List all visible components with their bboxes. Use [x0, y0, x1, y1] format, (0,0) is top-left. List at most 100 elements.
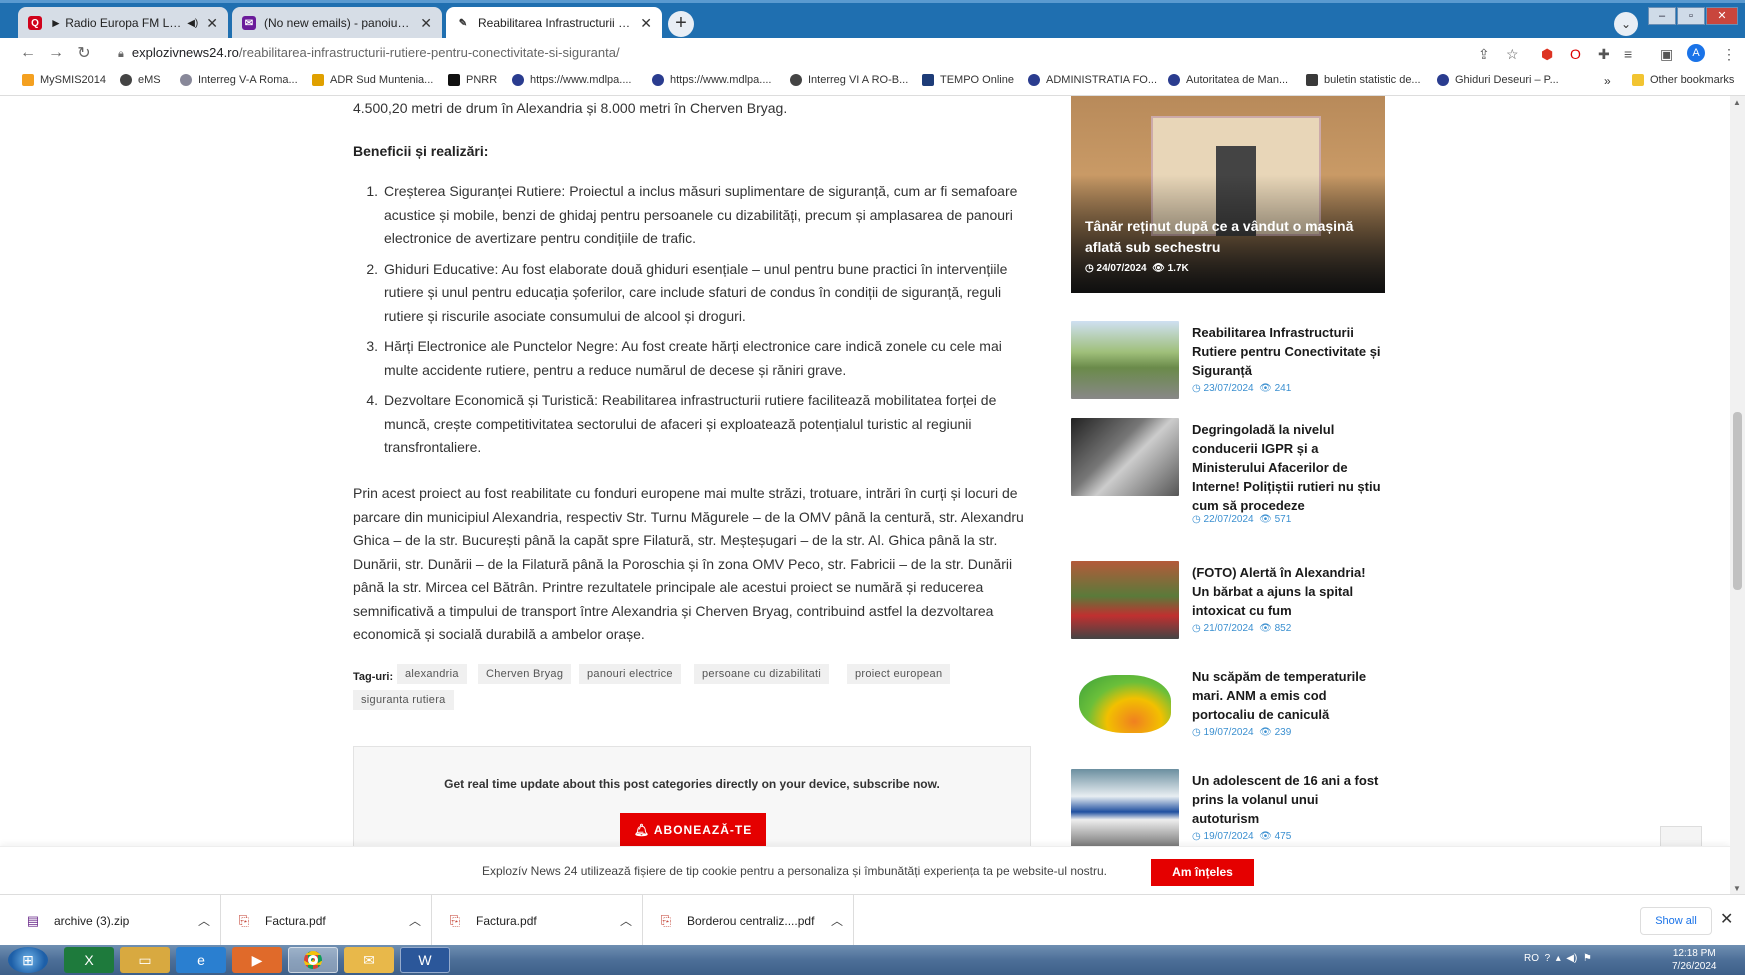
media-player-taskbar-icon[interactable]: ▶	[232, 947, 282, 973]
chevron-up-icon[interactable]: ︿	[620, 912, 632, 929]
bookmark-tempo-online[interactable]: TEMPO Online	[922, 74, 1014, 86]
close-window-button[interactable]: ✕	[1706, 7, 1738, 25]
start-button[interactable]: ⊞	[8, 947, 48, 973]
flag-icon[interactable]: ⚑	[1583, 953, 1592, 964]
tag-alexandria[interactable]: alexandria	[397, 664, 467, 684]
minimize-window-button[interactable]: –	[1648, 7, 1676, 25]
pdf-file-icon: ⎘	[660, 912, 672, 928]
tag-persoane-cu-dizabilitati[interactable]: persoane cu dizabilitati	[694, 664, 830, 684]
back-arrow-icon[interactable]: ←	[14, 44, 42, 62]
scroll-down-arrow-icon[interactable]: ▼	[1733, 884, 1741, 893]
word-taskbar-icon[interactable]: W	[400, 947, 450, 973]
download-item[interactable]: ⎘ Borderou centraliz....pdf ︿	[643, 895, 854, 946]
post-title[interactable]: (FOTO) Alertă în Alexandria! Un bărbat a…	[1192, 563, 1384, 620]
tab-radio-europa-fm[interactable]: Q ► Radio Europa FM LIVE – A ◀) ✕	[18, 7, 228, 39]
system-clock[interactable]: 12:18 PM 7/26/2024	[1672, 947, 1717, 973]
bookmark-ghiduri-deseuri[interactable]: Ghiduri Deseuri – P...	[1437, 74, 1559, 86]
profile-avatar-icon[interactable]: A	[1687, 44, 1705, 62]
scroll-up-arrow-icon[interactable]: ▲	[1733, 98, 1741, 107]
new-tab-button[interactable]: +	[668, 11, 694, 37]
post-title[interactable]: Degringoladă la nivelul conducerii IGPR …	[1192, 420, 1384, 515]
post-thumbnail[interactable]	[1071, 665, 1179, 743]
edge-taskbar-icon[interactable]: e	[176, 947, 226, 973]
close-tab-icon[interactable]: ✕	[420, 15, 432, 32]
post-title[interactable]: Nu scăpăm de temperaturile mari. ANM a e…	[1192, 667, 1384, 724]
list-item: 4. Dezvoltare Economică și Turistică: Rea…	[353, 389, 1029, 460]
chevron-up-icon[interactable]: ︿	[831, 912, 843, 929]
forward-arrow-icon[interactable]: →	[42, 44, 70, 62]
lock-icon: 🔒︎	[118, 48, 124, 60]
reload-icon[interactable]: ↻	[70, 43, 98, 63]
sidebar-post[interactable]: Reabilitarea Infrastructurii Rutiere pen…	[1071, 321, 1386, 411]
sidebar-post[interactable]: Degringoladă la nivelul conducerii IGPR …	[1071, 418, 1386, 525]
post-thumbnail[interactable]	[1071, 321, 1179, 399]
language-indicator[interactable]: RO	[1524, 953, 1539, 964]
tag-siguranta-rutiera[interactable]: siguranta rutiera	[353, 690, 454, 710]
reading-list-icon[interactable]: ≡	[1624, 46, 1632, 62]
featured-post[interactable]: Tânăr reținut după ce a vândut o mașină …	[1071, 96, 1385, 293]
tab-explozivnews-article[interactable]: ✎ Reabilitarea Infrastructurii Rutier ✕	[446, 7, 662, 39]
speaker-icon[interactable]: ◀)	[187, 18, 198, 29]
download-item[interactable]: ⎘ Factura.pdf ︿	[221, 895, 432, 946]
bookmarks-more-chevron-icon[interactable]: »	[1604, 74, 1611, 88]
subscribe-text: Get real time update about this post cat…	[444, 777, 940, 791]
file-explorer-taskbar-icon[interactable]: ▭	[120, 947, 170, 973]
bookmark-adr-sud-muntenia[interactable]: ADR Sud Muntenia...	[312, 74, 433, 86]
side-panel-icon[interactable]: ▣	[1660, 46, 1673, 63]
cookie-accept-button[interactable]: Am înțeles	[1151, 859, 1254, 886]
post-title[interactable]: Reabilitarea Infrastructurii Rutiere pen…	[1192, 323, 1384, 380]
scrollbar-thumb[interactable]	[1733, 412, 1742, 590]
maximize-window-button[interactable]: ▫	[1677, 7, 1705, 25]
other-bookmarks-folder[interactable]: Other bookmarks	[1632, 74, 1734, 86]
mail-taskbar-icon[interactable]: ✉	[344, 947, 394, 973]
featured-title[interactable]: Tânăr reținut după ce a vândut o mașină …	[1085, 216, 1375, 258]
bookmark-mysmis[interactable]: MySMIS2014	[22, 74, 106, 86]
romania-heat-map-image	[1079, 675, 1171, 733]
menu-kebab-icon[interactable]: ⋮	[1722, 46, 1736, 63]
bookmark-interreg-va[interactable]: Interreg V-A Roma...	[180, 74, 298, 86]
adblock-extension-icon[interactable]: ⬢	[1541, 46, 1553, 63]
tag-proiect-european[interactable]: proiect european	[847, 664, 951, 684]
sidebar-post[interactable]: (FOTO) Alertă în Alexandria! Un bărbat a…	[1071, 561, 1386, 651]
download-item[interactable]: ▤ archive (3).zip ︿	[0, 895, 221, 946]
show-all-downloads-button[interactable]: Show all	[1640, 907, 1712, 935]
chevron-up-icon[interactable]: ︿	[198, 912, 210, 929]
tag-cherven-bryag[interactable]: Cherven Bryag	[478, 664, 572, 684]
extensions-puzzle-icon[interactable]: ✚	[1598, 46, 1610, 63]
chrome-taskbar-icon[interactable]	[288, 947, 338, 973]
excel-taskbar-icon[interactable]: X	[64, 947, 114, 973]
tag-panouri-electrice[interactable]: panouri electrice	[579, 664, 681, 684]
list-number: 3.	[366, 338, 378, 354]
sidebar-post[interactable]: Nu scăpăm de temperaturile mari. ANM a e…	[1071, 665, 1386, 755]
sidebar-post[interactable]: Un adolescent de 16 ani a fost prins la …	[1071, 769, 1386, 846]
clock-icon: ◷	[1192, 727, 1204, 738]
bookmark-administratia[interactable]: ADMINISTRATIA FO...	[1028, 74, 1157, 86]
bookmark-interreg-vi[interactable]: Interreg VI A RO-B...	[790, 74, 908, 86]
bookmark-ems[interactable]: eMS	[120, 74, 161, 86]
network-icon[interactable]: ▴	[1556, 953, 1561, 964]
post-thumbnail[interactable]	[1071, 769, 1179, 846]
post-title[interactable]: Un adolescent de 16 ani a fost prins la …	[1192, 771, 1384, 828]
share-icon[interactable]: ⇪	[1478, 46, 1490, 63]
page-scrollbar[interactable]: ▲ ▼	[1730, 96, 1745, 895]
bookmark-mdlpa-2[interactable]: https://www.mdlpa....	[652, 74, 771, 86]
opera-extension-icon[interactable]: O	[1570, 46, 1581, 62]
post-thumbnail[interactable]	[1071, 561, 1179, 639]
tab-search-chevron-icon[interactable]: ⌄	[1614, 12, 1638, 36]
bookmark-autoritatea[interactable]: Autoritatea de Man...	[1168, 74, 1288, 86]
close-tab-icon[interactable]: ✕	[206, 15, 218, 32]
bookmark-buletin-statistic[interactable]: buletin statistic de...	[1306, 74, 1421, 86]
bookmark-mdlpa-1[interactable]: https://www.mdlpa....	[512, 74, 631, 86]
bookmark-pnrr[interactable]: PNRR	[448, 74, 497, 86]
address-bar[interactable]: 🔒︎ explozivnews24.ro/reabilitarea-infrast…	[118, 43, 620, 63]
post-thumbnail[interactable]	[1071, 418, 1179, 496]
close-tab-icon[interactable]: ✕	[640, 15, 652, 32]
close-downloads-icon[interactable]: ✕	[1720, 909, 1733, 929]
download-item[interactable]: ⎘ Factura.pdf ︿	[432, 895, 643, 946]
bookmark-star-icon[interactable]: ☆	[1506, 46, 1519, 63]
chevron-up-icon[interactable]: ︿	[409, 912, 421, 929]
subscribe-button[interactable]: 🔔︎ ABONEAZĂ-TE	[620, 813, 766, 846]
tab-email[interactable]: ✉ (No new emails) - panoiucarmen ✕	[232, 7, 442, 39]
help-icon[interactable]: ?	[1545, 953, 1551, 964]
volume-icon[interactable]: ◀)	[1566, 953, 1577, 964]
